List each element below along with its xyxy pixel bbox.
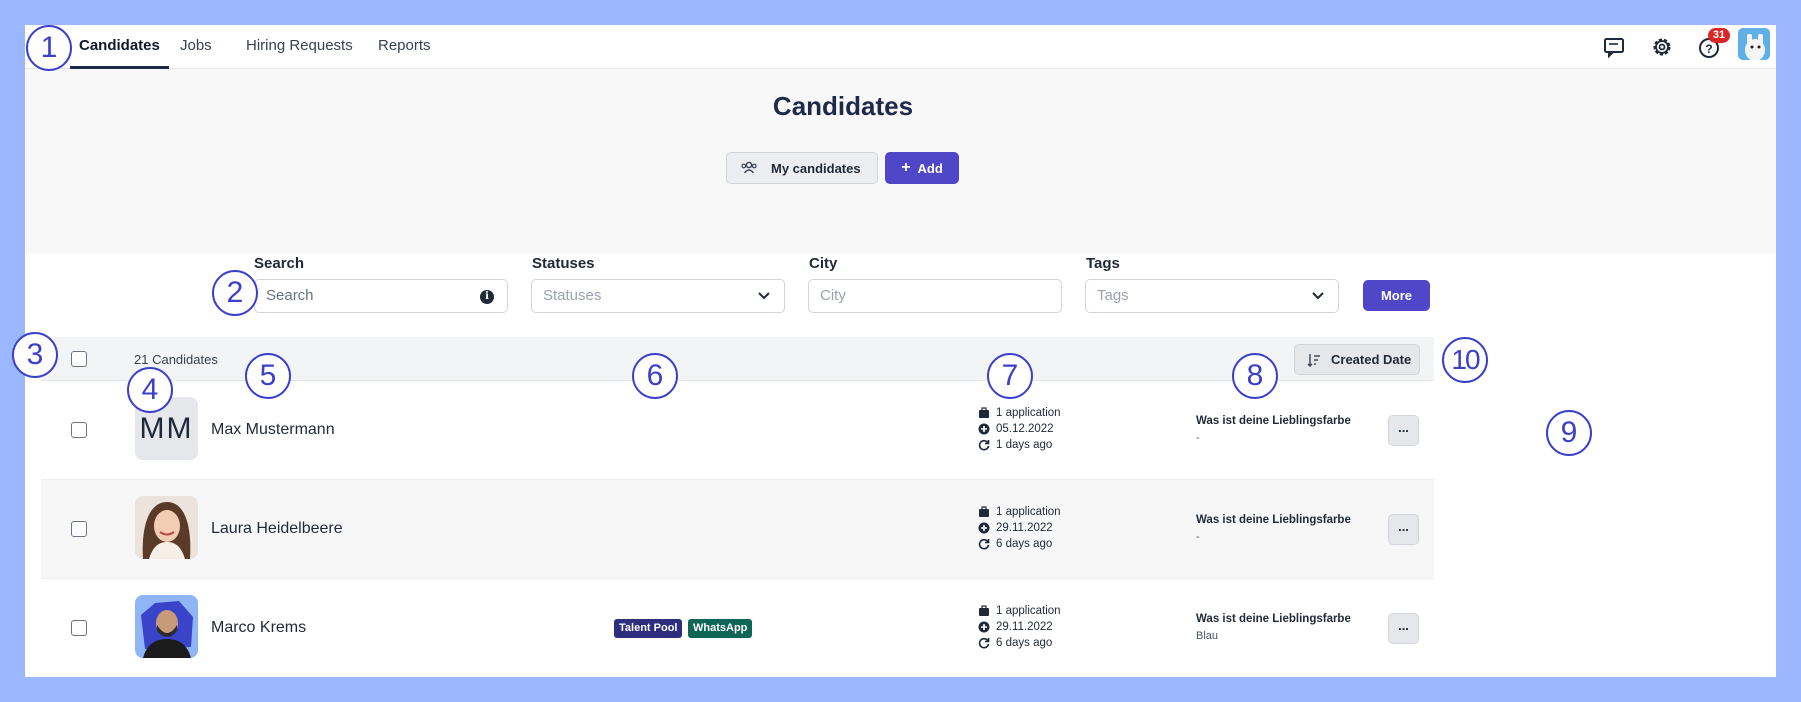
- refresh-icon: [978, 439, 990, 451]
- add-candidate-button[interactable]: + Add: [885, 152, 959, 184]
- chevron-down-icon: [758, 292, 770, 300]
- annotation-marker-2: 2: [212, 270, 258, 316]
- my-candidates-label: My candidates: [771, 160, 861, 176]
- question-answer: -: [1196, 432, 1200, 444]
- more-filters-button[interactable]: More: [1363, 280, 1430, 311]
- candidate-count: 21 Candidates: [134, 352, 218, 367]
- candidate-meta: 1 application 05.12.2022 1 days ago: [978, 405, 1061, 453]
- refresh-icon: [978, 538, 990, 550]
- statuses-placeholder: Statuses: [543, 287, 602, 304]
- annotation-marker-5: 5: [245, 353, 291, 399]
- avatar[interactable]: [135, 496, 198, 559]
- tags-label: Tags: [1086, 255, 1120, 272]
- city-placeholder: City: [820, 287, 846, 304]
- statuses-label: Statuses: [532, 255, 595, 272]
- question-title: Was ist deine Lieblingsfarbe: [1196, 514, 1351, 526]
- app-window: Candidates Jobs Hiring Requests Reports …: [25, 25, 1776, 677]
- candidate-meta: 1 application 29.11.2022 6 days ago: [978, 603, 1061, 651]
- sort-button[interactable]: Created Date: [1294, 344, 1420, 375]
- page-title: Candidates: [772, 91, 914, 121]
- chat-icon[interactable]: [1601, 34, 1627, 60]
- help-icon[interactable]: ? 31: [1696, 28, 1730, 60]
- created-date: 05.12.2022: [996, 423, 1054, 435]
- annotation-marker-9: 9: [1546, 410, 1592, 456]
- row-checkbox[interactable]: [71, 620, 87, 636]
- notification-badge: 31: [1708, 28, 1730, 43]
- search-input[interactable]: Search i: [254, 279, 508, 313]
- top-nav: Candidates Jobs Hiring Requests Reports …: [25, 25, 1776, 69]
- created-date: 29.11.2022: [996, 522, 1053, 534]
- tag-talent-pool[interactable]: Talent Pool: [614, 619, 683, 638]
- tags-placeholder: Tags: [1097, 287, 1129, 304]
- annotation-marker-7: 7: [987, 353, 1033, 399]
- question-title: Was ist deine Lieblingsfarbe: [1196, 613, 1351, 625]
- users-icon: [741, 161, 757, 174]
- tab-candidates[interactable]: Candidates: [70, 25, 169, 69]
- updated-time: 6 days ago: [996, 637, 1053, 649]
- tab-hiring-requests[interactable]: Hiring Requests: [237, 25, 362, 69]
- city-input[interactable]: City: [808, 279, 1062, 313]
- row-checkbox[interactable]: [71, 521, 87, 537]
- briefcase-icon: [979, 407, 989, 418]
- refresh-icon: [978, 637, 990, 649]
- question-title: Was ist deine Lieblingsfarbe: [1196, 415, 1351, 427]
- tag-whatsapp[interactable]: WhatsApp: [688, 619, 753, 638]
- annotation-marker-1: 1: [26, 25, 72, 71]
- updated-time: 1 days ago: [996, 439, 1053, 451]
- row-menu-button[interactable]: ...: [1388, 415, 1419, 446]
- row-menu-button[interactable]: ...: [1388, 514, 1419, 545]
- gear-icon[interactable]: [1649, 34, 1675, 60]
- search-label: Search: [254, 255, 305, 272]
- plus-icon: +: [901, 159, 911, 176]
- briefcase-icon: [979, 506, 989, 517]
- tags-select[interactable]: Tags: [1085, 279, 1339, 313]
- annotation-marker-10: 10: [1442, 337, 1488, 383]
- application-count: 1 application: [996, 506, 1061, 518]
- application-count: 1 application: [996, 605, 1061, 617]
- chevron-down-icon: [1312, 292, 1324, 300]
- tab-reports[interactable]: Reports: [369, 25, 440, 69]
- table-row[interactable]: Marco Krems Talent Pool WhatsApp 1 appli…: [41, 579, 1434, 677]
- avatar[interactable]: [135, 595, 198, 658]
- plus-circle-icon: [978, 621, 990, 633]
- candidate-name[interactable]: Max Mustermann: [211, 421, 335, 439]
- updated-time: 6 days ago: [996, 538, 1053, 550]
- user-avatar[interactable]: [1738, 28, 1770, 60]
- candidate-name[interactable]: Laura Heidelbeere: [211, 520, 343, 538]
- annotation-marker-3: 3: [12, 332, 58, 378]
- select-all-checkbox[interactable]: [71, 351, 87, 367]
- sort-icon: [1307, 354, 1320, 367]
- application-count: 1 application: [996, 407, 1061, 419]
- annotation-marker-6: 6: [632, 353, 678, 399]
- candidate-meta: 1 application 29.11.2022 6 days ago: [978, 504, 1061, 552]
- plus-circle-icon: [978, 423, 990, 435]
- info-icon[interactable]: i: [480, 290, 494, 304]
- sort-label: Created Date: [1331, 352, 1412, 367]
- statuses-select[interactable]: Statuses: [531, 279, 785, 313]
- add-label: Add: [917, 160, 943, 176]
- tab-jobs[interactable]: Jobs: [171, 25, 221, 69]
- row-menu-button[interactable]: ...: [1388, 613, 1419, 644]
- search-placeholder: Search: [266, 287, 314, 304]
- table-row[interactable]: Laura Heidelbeere 1 application 29.11.20…: [41, 480, 1434, 579]
- question-answer: Blau: [1196, 630, 1219, 642]
- annotation-marker-8: 8: [1232, 353, 1278, 399]
- candidate-name[interactable]: Marco Krems: [211, 619, 306, 637]
- row-checkbox[interactable]: [71, 422, 87, 438]
- svg-text:?: ?: [1705, 42, 1712, 56]
- annotation-marker-4: 4: [127, 367, 173, 413]
- question-answer: -: [1196, 531, 1200, 543]
- briefcase-icon: [979, 605, 989, 616]
- created-date: 29.11.2022: [996, 621, 1053, 633]
- plus-circle-icon: [978, 522, 990, 534]
- city-label: City: [809, 255, 838, 272]
- table-row[interactable]: MM Max Mustermann 1 application 05.12.20…: [41, 381, 1434, 480]
- my-candidates-button[interactable]: My candidates: [726, 152, 878, 184]
